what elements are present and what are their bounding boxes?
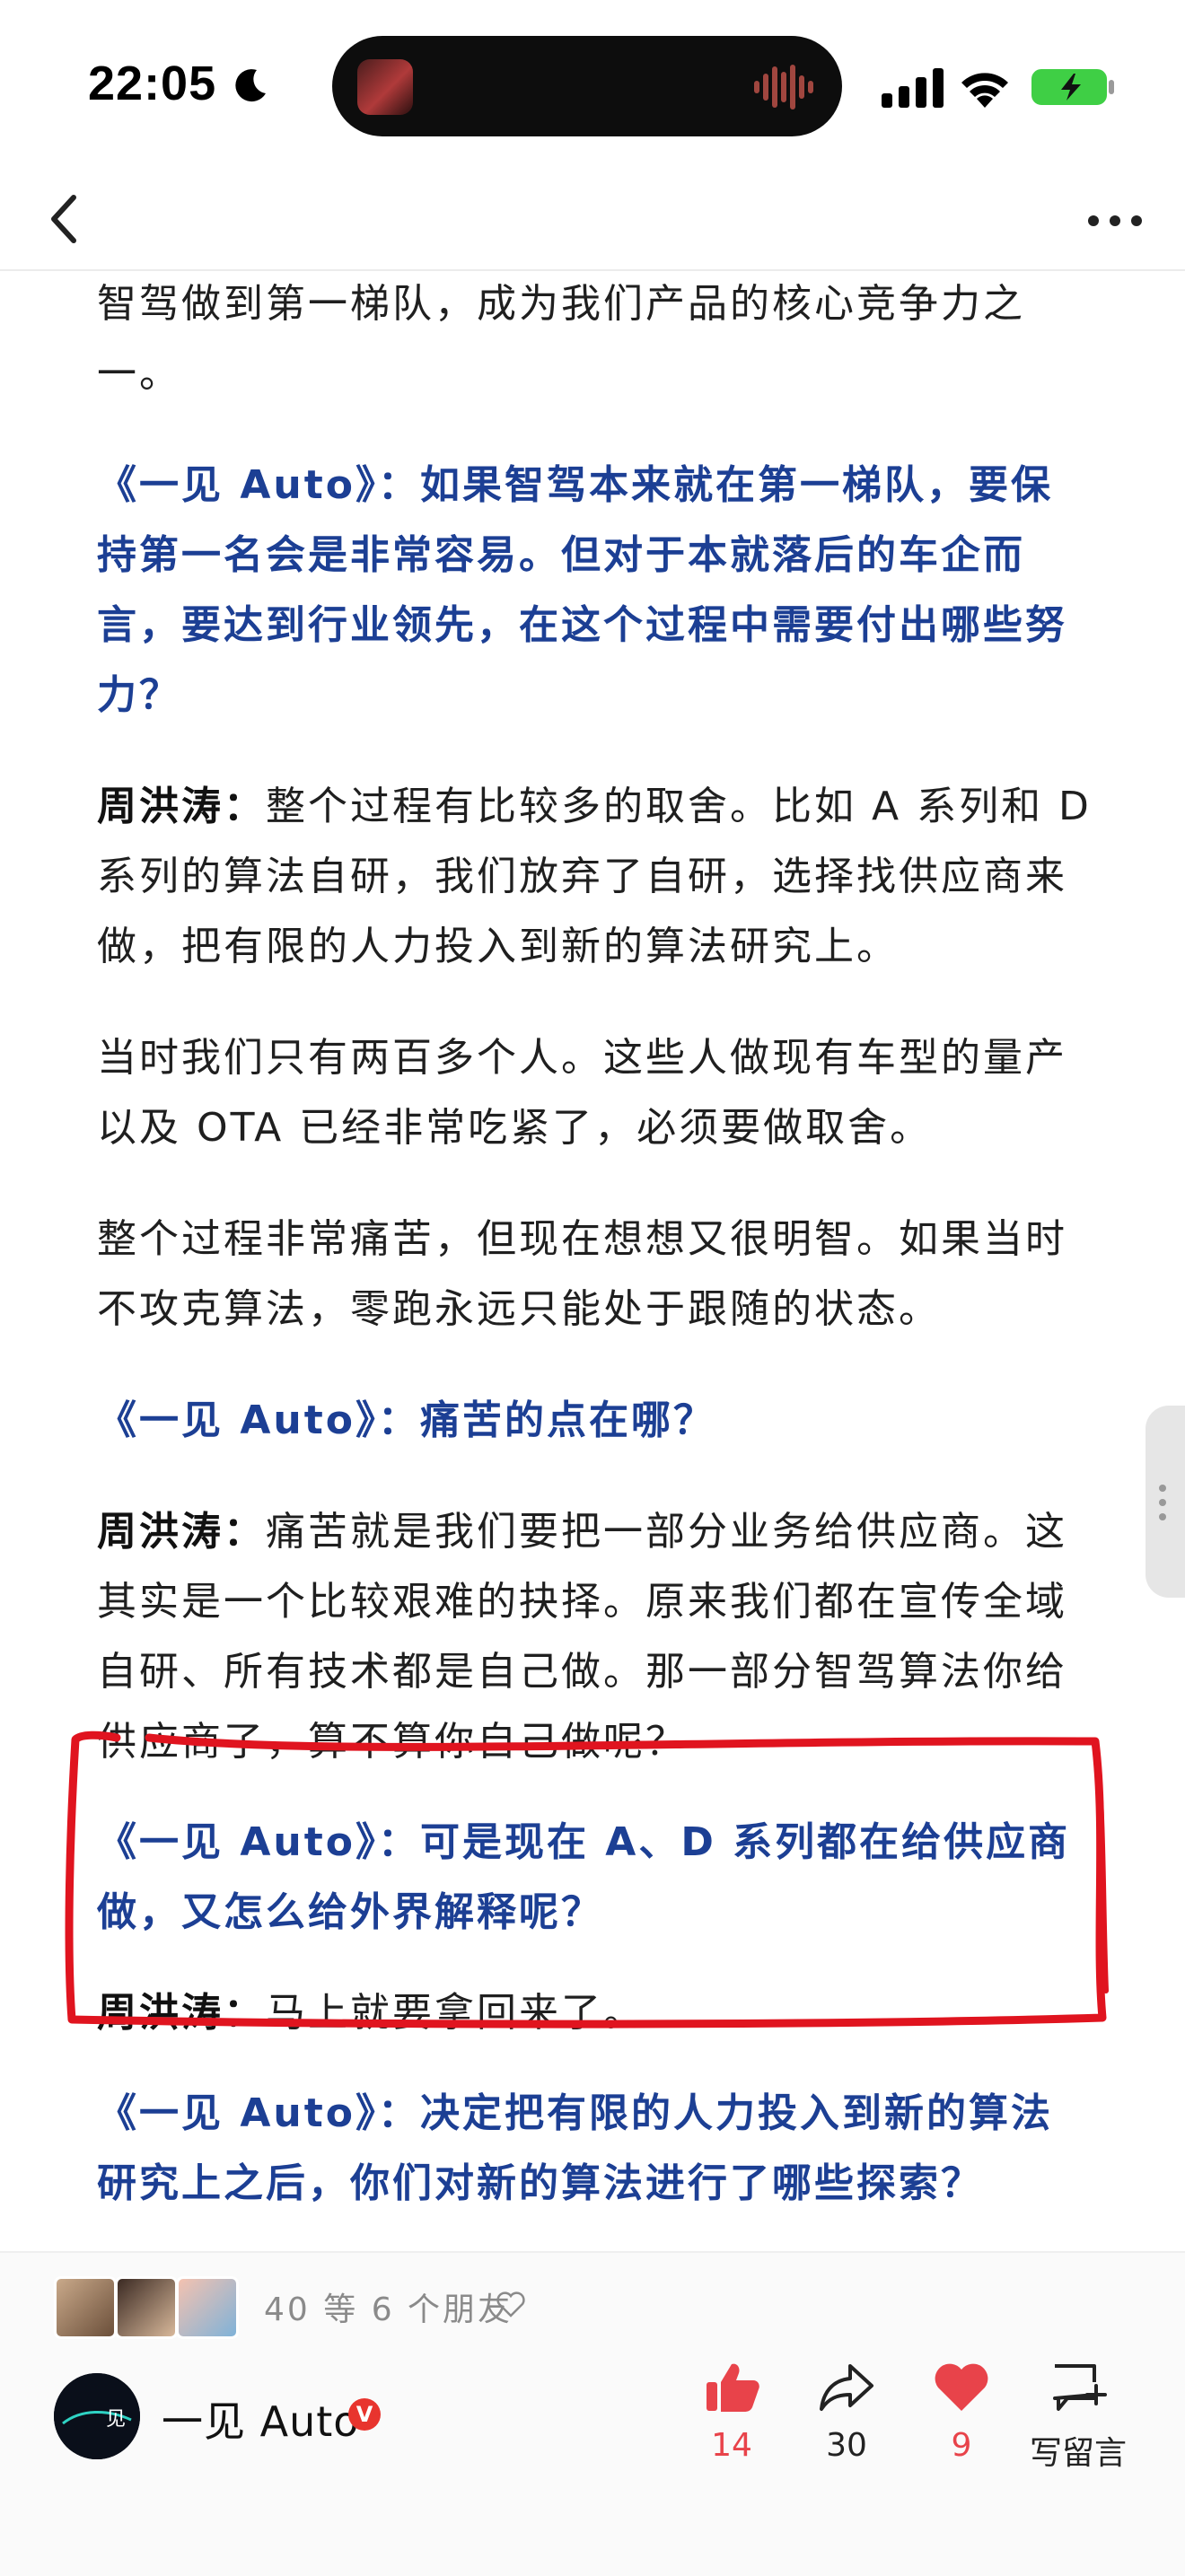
share-arrow-icon <box>820 2364 873 2411</box>
answer-text: 马上就要拿回来了。 <box>266 1990 645 2036</box>
verified-badge-icon: V <box>348 2398 381 2431</box>
avatar <box>176 2276 239 2339</box>
like-button[interactable]: 14 <box>673 2361 790 2464</box>
account-name[interactable]: 一见 Auto <box>162 2389 359 2449</box>
signal-icon <box>882 68 944 108</box>
like-count: 14 <box>711 2427 752 2464</box>
comment-add-icon <box>1053 2364 1107 2411</box>
interview-answer: 周洪涛：痛苦就是我们要把一部分业务给供应商。这其实是一个比较艰难的抉择。原来我们… <box>97 1497 1093 1777</box>
interview-question: 《一见 Auto》：痛苦的点在哪？ <box>97 1398 715 1443</box>
more-dots-icon[interactable] <box>1081 196 1149 246</box>
avatar <box>115 2276 178 2339</box>
dynamic-island[interactable] <box>332 36 842 136</box>
scroll-handle[interactable] <box>1146 1406 1185 1598</box>
write-comment-label: 写留言 <box>1029 2435 1127 2472</box>
heart-count: 9 <box>951 2427 972 2464</box>
paragraph-text: 智驾做到第一梯队，成为我们产品的核心竞争力之 <box>97 281 1025 327</box>
heart-outline-icon <box>496 2291 525 2318</box>
status-bar: 22:05 <box>0 0 1185 171</box>
paragraph-text: 一。 <box>97 351 181 397</box>
moon-icon <box>235 69 266 102</box>
top-nav-bar <box>0 171 1185 271</box>
speaker-name: 周洪涛： <box>97 784 266 829</box>
article-paragraph: 当时我们只有两百多个人。这些人做现有车型的量产以及 OTA 已经非常吃紧了，必须… <box>97 1035 1067 1151</box>
interview-question: 《一见 Auto》：如果智驾本来就在第一梯队，要保持第一名会是非常容易。但对于本… <box>97 462 1067 718</box>
interview-question-highlighted: 《一见 Auto》：可是现在 A、D 系列都在给供应商做，又怎么给外界解释呢？ <box>97 1819 1071 1935</box>
thumbs-up-icon <box>707 2363 759 2412</box>
back-arrow-icon[interactable] <box>36 187 101 251</box>
wifi-icon <box>961 73 1008 108</box>
speaker-name: 周洪涛： <box>97 1990 266 2036</box>
article-paragraph: 整个过程非常痛苦，但现在想想又很明智。如果当时不攻克算法，零跑永远只能处于跟随的… <box>97 1216 1067 1332</box>
account-logo-icon: 见 <box>54 2373 140 2459</box>
friends-liked-text[interactable]: 40 等 6 个朋友 <box>264 2283 513 2330</box>
battery-charging-icon <box>1031 69 1114 105</box>
speaker-name: 周洪涛： <box>97 1509 266 1555</box>
now-playing-thumbnail <box>357 59 413 115</box>
drag-dots-icon <box>1159 1485 1166 1520</box>
article-footer: 40 等 6 个朋友 见 一见 Auto V 14 30 9 写留言 <box>0 2251 1185 2576</box>
article-body: 智驾做到第一梯队，成为我们产品的核心竞争力之 一。 《一见 Auto》：如果智驾本… <box>97 269 1093 2219</box>
audio-waveform-icon <box>754 65 813 110</box>
status-time: 22:05 <box>88 57 217 110</box>
write-comment-button[interactable]: 写留言 <box>1020 2361 1137 2474</box>
interview-answer-highlighted: 周洪涛：马上就要拿回来了。 <box>97 1978 1093 2048</box>
svg-text:见: 见 <box>106 2408 126 2431</box>
avatar <box>54 2276 117 2339</box>
share-count: 30 <box>826 2427 867 2464</box>
interview-question: 《一见 Auto》：决定把有限的人力投入到新的算法研究上之后，你们对新的算法进行… <box>97 2090 1053 2206</box>
favorite-button[interactable]: 9 <box>903 2361 1020 2464</box>
account-logo[interactable]: 见 <box>54 2373 140 2459</box>
interview-answer: 周洪涛：整个过程有比较多的取舍。比如 A 系列和 D 系列的算法自研，我们放弃了… <box>97 772 1093 982</box>
article-paragraph: 智驾做到第一梯队，成为我们产品的核心竞争力之 一。 <box>97 269 1093 409</box>
share-button[interactable]: 30 <box>788 2361 905 2464</box>
heart-icon <box>935 2363 988 2411</box>
